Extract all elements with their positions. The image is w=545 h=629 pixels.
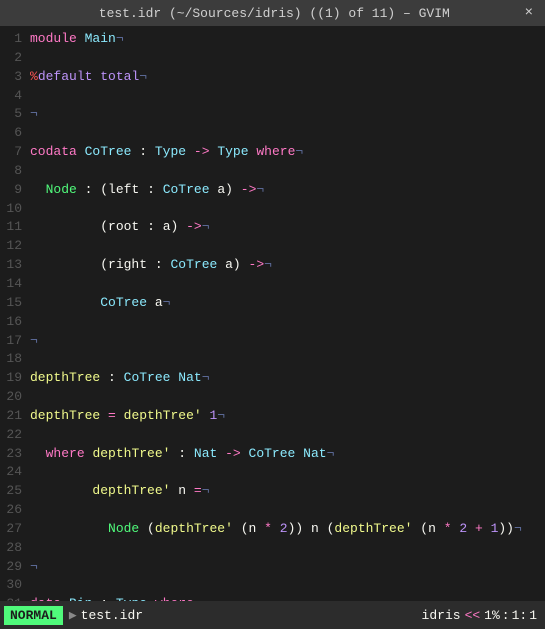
line-num: 12: [4, 237, 22, 256]
line-num: 24: [4, 463, 22, 482]
status-percent: 1%: [484, 608, 500, 623]
status-sep: <<: [465, 608, 481, 623]
line-num: 10: [4, 200, 22, 219]
status-filename: test.idr: [81, 608, 251, 623]
line-num: 15: [4, 294, 22, 313]
code-content[interactable]: module Main¬ %default total¬ ¬ codata Co…: [28, 26, 545, 601]
line-num: 16: [4, 313, 22, 332]
line-num: 9: [4, 181, 22, 200]
status-colon1: :: [502, 608, 510, 623]
code-line: ¬: [30, 558, 541, 577]
line-num: 13: [4, 256, 22, 275]
code-line: depthTree = depthTree' 1¬: [30, 407, 541, 426]
code-line: module Main¬: [30, 30, 541, 49]
line-num: 27: [4, 520, 22, 539]
line-num: 22: [4, 426, 22, 445]
line-num: 11: [4, 218, 22, 237]
code-line: Node : (left : CoTree a) ->¬: [30, 181, 541, 200]
close-icon[interactable]: ×: [521, 5, 537, 21]
line-num: 1: [4, 30, 22, 49]
line-num: 26: [4, 501, 22, 520]
line-num: 25: [4, 482, 22, 501]
code-line: (right : CoTree a) ->¬: [30, 256, 541, 275]
code-line: depthTree : CoTree Nat¬: [30, 369, 541, 388]
line-num: 28: [4, 539, 22, 558]
line-num: 6: [4, 124, 22, 143]
line-num: 2: [4, 49, 22, 68]
code-line: where depthTree' : Nat -> CoTree Nat¬: [30, 445, 541, 464]
line-num: 17: [4, 332, 22, 351]
line-num: 30: [4, 576, 22, 595]
line-num: 21: [4, 407, 22, 426]
status-linenum: 1:: [512, 608, 528, 623]
code-line: %default total¬: [30, 68, 541, 87]
editor-area: 1 2 3 4 5 6 7 8 9 10 11 12 13 14 15 16 1…: [0, 26, 545, 601]
mode-separator: ▶: [69, 608, 77, 623]
code-line: CoTree a¬: [30, 294, 541, 313]
line-numbers: 1 2 3 4 5 6 7 8 9 10 11 12 13 14 15 16 1…: [0, 26, 28, 601]
code-line: ¬: [30, 332, 541, 351]
line-num: 5: [4, 105, 22, 124]
line-num: 29: [4, 558, 22, 577]
line-num: 14: [4, 275, 22, 294]
mode-badge: NORMAL: [4, 606, 63, 625]
titlebar: test.idr (~/Sources/idris) ((1) of 11) –…: [0, 0, 545, 26]
vim-window: test.idr (~/Sources/idris) ((1) of 11) –…: [0, 0, 545, 629]
statusbar: NORMAL ▶ test.idr idris << 1% : 1: 1: [0, 601, 545, 629]
code-line: codata CoTree : Type -> Type where¬: [30, 143, 541, 162]
line-num: 7: [4, 143, 22, 162]
line-num: 3: [4, 68, 22, 87]
code-line: (root : a) ->¬: [30, 218, 541, 237]
status-lang: idris: [422, 608, 461, 623]
code-line: Node (depthTree' (n * 2)) n (depthTree' …: [30, 520, 541, 539]
line-num: 4: [4, 87, 22, 106]
titlebar-title: test.idr (~/Sources/idris) ((1) of 11) –…: [28, 6, 521, 21]
code-line: ¬: [30, 105, 541, 124]
line-num: 18: [4, 350, 22, 369]
line-num: 23: [4, 445, 22, 464]
line-num: 8: [4, 162, 22, 181]
code-line: depthTree' n =¬: [30, 482, 541, 501]
status-col: 1: [529, 608, 541, 623]
line-num: 20: [4, 388, 22, 407]
line-num: 19: [4, 369, 22, 388]
